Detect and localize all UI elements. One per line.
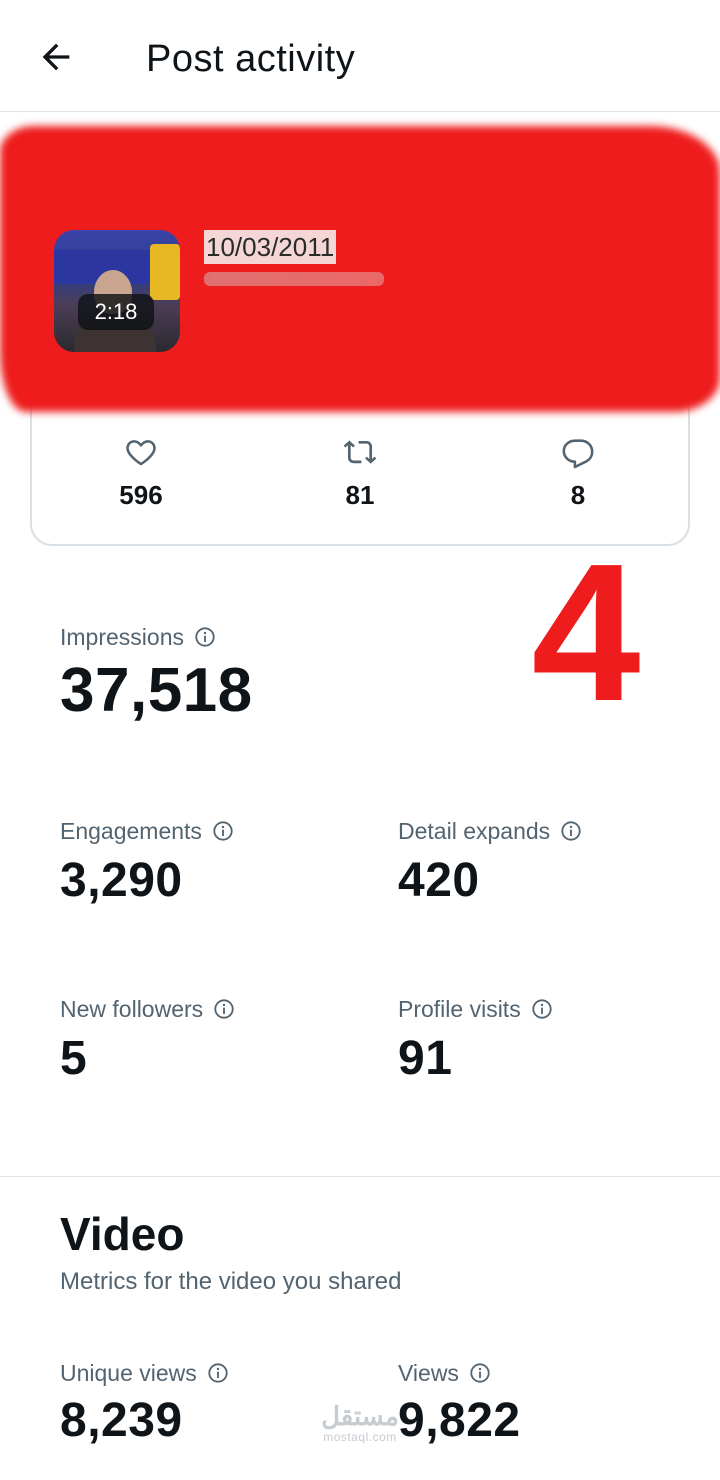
reposts-stat[interactable]: 81 bbox=[300, 432, 420, 512]
video-section-title: Video bbox=[60, 1208, 185, 1260]
engagements-metric: Engagements 3,290 bbox=[60, 816, 234, 912]
profile-visits-label-row: Profile visits bbox=[398, 994, 553, 1024]
video-thumbnail[interactable] bbox=[54, 230, 180, 352]
info-icon[interactable] bbox=[207, 1362, 229, 1384]
unique-views-value: 8,239 bbox=[60, 1394, 183, 1447]
info-icon[interactable] bbox=[469, 1362, 491, 1384]
reply-icon bbox=[518, 432, 638, 472]
replies-count: 8 bbox=[570, 480, 586, 510]
views-label-row: Views bbox=[398, 1358, 521, 1388]
views-metric: Views 9,822 bbox=[398, 1358, 521, 1452]
back-button[interactable] bbox=[30, 34, 82, 80]
detail-expands-label-row: Detail expands bbox=[398, 816, 582, 846]
info-icon[interactable] bbox=[212, 820, 234, 842]
info-icon[interactable] bbox=[560, 820, 582, 842]
post-date: 10/03/2011 bbox=[204, 230, 337, 264]
likes-count: 596 bbox=[119, 480, 163, 510]
top-app-bar: Post activity bbox=[0, 0, 720, 112]
views-label: Views bbox=[398, 1360, 459, 1386]
page-title: Post activity bbox=[146, 38, 356, 80]
replies-stat[interactable]: 8 bbox=[518, 432, 638, 512]
reposts-count: 81 bbox=[345, 480, 375, 510]
video-section-subtitle: Metrics for the video you shared bbox=[60, 1268, 402, 1295]
likes-stat[interactable]: 596 bbox=[81, 432, 201, 512]
annotation-number: 4 bbox=[531, 523, 641, 742]
engagements-value: 3,290 bbox=[60, 854, 183, 907]
watermark-arabic: مستقل bbox=[321, 1401, 399, 1431]
engagements-label: Engagements bbox=[60, 818, 202, 844]
profile-visits-label: Profile visits bbox=[398, 996, 521, 1022]
watermark-latin: mostaql.com bbox=[323, 1430, 397, 1444]
new-followers-value: 5 bbox=[60, 1032, 88, 1085]
section-divider bbox=[0, 1176, 720, 1177]
heart-icon bbox=[81, 432, 201, 472]
impressions-label: Impressions bbox=[60, 624, 184, 650]
detail-expands-label: Detail expands bbox=[398, 818, 551, 844]
impressions-value: 37,518 bbox=[60, 656, 253, 725]
unique-views-label: Unique views bbox=[60, 1360, 197, 1386]
watermark-logo: مستقل mostaql.com bbox=[310, 1402, 410, 1444]
detail-expands-metric: Detail expands 420 bbox=[398, 816, 582, 912]
new-followers-label: New followers bbox=[60, 996, 204, 1022]
impressions-metric: Impressions 37,518 bbox=[60, 622, 253, 728]
repost-icon bbox=[300, 432, 420, 472]
thumbnail-banner-accent bbox=[150, 244, 180, 300]
info-icon[interactable] bbox=[531, 998, 553, 1020]
arrow-left-icon bbox=[42, 43, 70, 71]
info-icon[interactable] bbox=[194, 626, 216, 648]
post-subtext-redacted bbox=[204, 272, 384, 286]
info-icon[interactable] bbox=[213, 998, 235, 1020]
impressions-label-row: Impressions bbox=[60, 622, 253, 652]
new-followers-metric: New followers 5 bbox=[60, 994, 235, 1090]
detail-expands-value: 420 bbox=[398, 854, 480, 907]
views-value: 9,822 bbox=[398, 1394, 521, 1447]
new-followers-label-row: New followers bbox=[60, 994, 235, 1024]
unique-views-label-row: Unique views bbox=[60, 1358, 229, 1388]
engagements-label-row: Engagements bbox=[60, 816, 234, 846]
profile-visits-metric: Profile visits 91 bbox=[398, 994, 553, 1090]
profile-visits-value: 91 bbox=[398, 1032, 453, 1085]
unique-views-metric: Unique views 8,239 bbox=[60, 1358, 229, 1452]
video-duration-badge: 2:18 bbox=[78, 294, 154, 330]
